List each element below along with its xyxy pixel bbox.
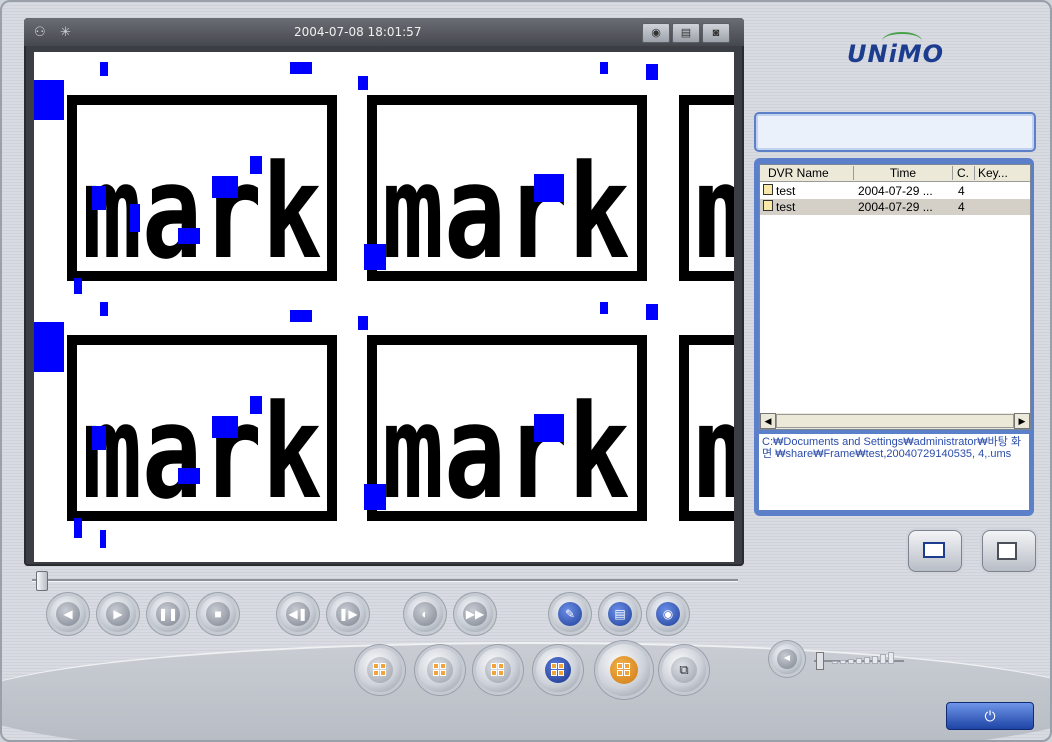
step-forward-button[interactable]: ❚▶ bbox=[330, 596, 366, 632]
layout-full-icon: ⧉ bbox=[671, 657, 697, 683]
print-button-main[interactable]: ▤ bbox=[602, 596, 638, 632]
layout-9-button[interactable] bbox=[476, 648, 520, 692]
layout-16-button[interactable] bbox=[536, 648, 580, 692]
network-icon: ⚇ bbox=[34, 24, 46, 39]
stop-icon: ■ bbox=[206, 602, 230, 626]
layout-quad-button[interactable] bbox=[598, 644, 650, 696]
power-icon: ⏻ bbox=[984, 708, 996, 724]
column-dvr-name[interactable]: DVR Name bbox=[760, 166, 854, 180]
fast-button[interactable]: ▶▶ bbox=[457, 596, 493, 632]
slow-icon: ◐ bbox=[413, 602, 437, 626]
volume-level-bars bbox=[832, 650, 902, 664]
layout-4-button[interactable] bbox=[418, 648, 462, 692]
list-item[interactable]: test 2004-07-29 ... 4 bbox=[760, 199, 1030, 215]
window-icon bbox=[923, 542, 945, 558]
video-header: ⚇ ✳ 2004-07-08 18:01:57 ◉ ▤ ◙ bbox=[24, 18, 744, 46]
speaker-icon: ◄ bbox=[777, 649, 797, 669]
folder-icon bbox=[997, 542, 1017, 560]
pause-icon: ❚❚ bbox=[156, 602, 180, 626]
snapshot-icon: ◉ bbox=[656, 602, 680, 626]
scroll-left-icon[interactable]: ◀ bbox=[760, 413, 776, 429]
watermark-text: mark bbox=[82, 376, 322, 528]
file-icon bbox=[763, 200, 773, 211]
snapshot-button[interactable]: ◉ bbox=[642, 23, 670, 43]
list-item[interactable]: test 2004-07-29 ... 4 bbox=[760, 183, 1030, 199]
open-file-button[interactable] bbox=[908, 530, 962, 572]
seek-track bbox=[32, 579, 738, 582]
play-icon: ▶ bbox=[106, 602, 130, 626]
row-time: 2004-07-29 ... bbox=[858, 184, 933, 198]
capture-icon: ◙ bbox=[712, 27, 720, 39]
status-icon: ✳ bbox=[60, 24, 71, 39]
print-button[interactable]: ▤ bbox=[672, 23, 700, 43]
save-button[interactable]: ✎ bbox=[552, 596, 588, 632]
status-display bbox=[754, 112, 1036, 152]
step-forward-icon: ❚▶ bbox=[336, 602, 360, 626]
app-window: ⚇ ✳ 2004-07-08 18:01:57 ◉ ▤ ◙ mark mark … bbox=[0, 0, 1052, 742]
layout-1-icon bbox=[373, 663, 387, 677]
video-frame: mark mark m mark mark m bbox=[34, 52, 734, 562]
rewind-button[interactable]: ◀ bbox=[50, 596, 86, 632]
play-button[interactable]: ▶ bbox=[100, 596, 136, 632]
volume-thumb[interactable] bbox=[816, 652, 824, 670]
list-header: DVR Name Time C. Key... bbox=[760, 165, 1030, 182]
watermark-text: mark bbox=[82, 136, 322, 288]
print-icon: ▤ bbox=[608, 602, 632, 626]
folder-button[interactable] bbox=[982, 530, 1036, 572]
column-c[interactable]: C. bbox=[952, 166, 975, 180]
layout-16-icon bbox=[551, 663, 565, 677]
file-icon bbox=[763, 184, 773, 195]
video-panel: ⚇ ✳ 2004-07-08 18:01:57 ◉ ▤ ◙ mark mark … bbox=[24, 18, 744, 566]
layout-full-button[interactable]: ⧉ bbox=[662, 648, 706, 692]
pause-button[interactable]: ❚❚ bbox=[150, 596, 186, 632]
save-icon: ✎ bbox=[558, 602, 582, 626]
slow-button[interactable]: ◐ bbox=[407, 596, 443, 632]
stop-button[interactable]: ■ bbox=[200, 596, 236, 632]
column-time[interactable]: Time bbox=[854, 166, 953, 180]
snapshot-button-main[interactable]: ◉ bbox=[650, 596, 686, 632]
power-button[interactable]: ⏻ bbox=[946, 702, 1034, 730]
file-path-display: C:₩Documents and Settings₩administrator₩… bbox=[759, 434, 1029, 510]
file-list[interactable]: DVR Name Time C. Key... test 2004-07-29 … bbox=[759, 164, 1031, 430]
layout-9-icon bbox=[491, 663, 505, 677]
row-name: test bbox=[776, 200, 796, 214]
brand-logo: UNiMO bbox=[847, 40, 945, 68]
mute-button[interactable]: ◄ bbox=[772, 644, 802, 674]
watermark-text: m bbox=[694, 376, 734, 528]
watermark-text: mark bbox=[382, 136, 630, 288]
row-time: 2004-07-29 ... bbox=[858, 200, 933, 214]
row-c: 4 bbox=[958, 184, 965, 198]
scroll-thumb[interactable] bbox=[776, 414, 1014, 428]
watermark-text: m bbox=[694, 136, 734, 288]
column-key[interactable]: Key... bbox=[974, 166, 1030, 180]
row-name: test bbox=[776, 184, 796, 198]
snapshot-icon: ◉ bbox=[651, 27, 661, 39]
step-back-button[interactable]: ◀❚ bbox=[280, 596, 316, 632]
video-screen[interactable]: mark mark m mark mark m bbox=[34, 52, 734, 562]
row-c: 4 bbox=[958, 200, 965, 214]
seek-bar[interactable] bbox=[32, 571, 738, 591]
file-list-panel: DVR Name Time C. Key... test 2004-07-29 … bbox=[754, 158, 1034, 516]
capture-button[interactable]: ◙ bbox=[702, 23, 730, 43]
layout-quad-icon bbox=[617, 663, 631, 677]
print-icon: ▤ bbox=[680, 27, 692, 39]
horizontal-scrollbar[interactable]: ◀ ▶ bbox=[760, 413, 1030, 429]
step-back-icon: ◀❚ bbox=[286, 602, 310, 626]
fast-icon: ▶▶ bbox=[463, 602, 487, 626]
layout-4-icon bbox=[433, 663, 447, 677]
rewind-icon: ◀ bbox=[56, 602, 80, 626]
layout-1-button[interactable] bbox=[358, 648, 402, 692]
watermark-text: mark bbox=[382, 376, 630, 528]
seek-thumb[interactable] bbox=[36, 571, 48, 591]
scroll-right-icon[interactable]: ▶ bbox=[1014, 413, 1030, 429]
video-timestamp: 2004-07-08 18:01:57 bbox=[294, 25, 422, 39]
